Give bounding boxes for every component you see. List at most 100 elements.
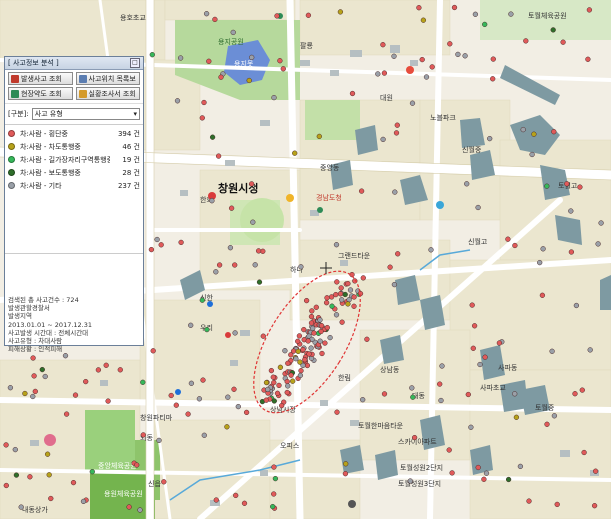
report-query-button[interactable]: 실황조사서 조회 [75, 87, 140, 100]
accident-marker[interactable] [105, 398, 111, 404]
accident-marker[interactable] [482, 354, 488, 360]
accident-marker[interactable] [358, 188, 365, 194]
accident-marker[interactable] [3, 482, 9, 489]
accident-marker[interactable] [343, 461, 349, 467]
accident-marker[interactable] [174, 98, 181, 104]
accident-marker[interactable] [252, 262, 258, 268]
accident-marker[interactable] [333, 312, 340, 318]
accident-marker[interactable] [595, 241, 601, 247]
accident-marker[interactable] [268, 367, 275, 374]
accident-marker[interactable] [297, 372, 304, 379]
accident-marker[interactable] [381, 70, 388, 76]
accident-marker[interactable] [387, 264, 393, 270]
accident-marker[interactable] [246, 77, 252, 84]
accident-marker[interactable] [272, 475, 279, 482]
accident-marker[interactable] [302, 357, 308, 363]
accident-marker[interactable] [285, 360, 291, 366]
accident-marker[interactable] [270, 503, 276, 510]
legend-item[interactable]: 차:사람 - 길가장자리구역통행중 19 건 [8, 153, 140, 166]
accident-marker[interactable] [333, 291, 339, 298]
accident-marker[interactable] [513, 414, 520, 420]
accident-marker[interactable] [126, 504, 132, 510]
accident-marker[interactable] [437, 381, 443, 387]
accident-marker[interactable] [393, 130, 400, 136]
accident-marker[interactable] [285, 383, 291, 389]
accident-marker[interactable] [324, 324, 330, 331]
accident-marker[interactable] [409, 385, 415, 391]
accident-marker[interactable] [80, 498, 87, 505]
accident-marker[interactable] [301, 326, 307, 333]
location-list-button[interactable]: 사고위치 목록보 [75, 72, 140, 85]
accident-marker[interactable] [263, 379, 270, 386]
accident-marker[interactable] [230, 29, 236, 36]
accident-marker[interactable] [420, 17, 427, 23]
accident-marker[interactable] [587, 347, 593, 353]
accident-marker[interactable] [568, 249, 575, 255]
accident-marker[interactable] [581, 449, 587, 456]
accident-marker[interactable] [439, 363, 445, 369]
accident-marker[interactable] [446, 447, 452, 453]
accident-marker[interactable] [13, 472, 20, 478]
accident-marker[interactable] [32, 388, 38, 395]
accident-marker[interactable] [209, 134, 216, 140]
accident-marker[interactable] [351, 294, 357, 300]
accident-marker[interactable] [270, 374, 276, 380]
accident-marker[interactable] [117, 367, 123, 373]
accident-marker[interactable] [277, 364, 284, 370]
accident-marker[interactable] [298, 264, 304, 270]
accident-marker[interactable] [279, 402, 285, 409]
accident-marker[interactable] [496, 340, 503, 346]
accident-marker[interactable] [472, 11, 479, 17]
accident-query-button[interactable]: 발생사고 조회 [8, 72, 73, 85]
accident-marker[interactable] [380, 42, 386, 48]
accident-marker[interactable] [284, 389, 290, 396]
accident-marker[interactable] [322, 340, 328, 346]
accident-marker[interactable] [416, 5, 422, 11]
accident-marker[interactable] [150, 348, 156, 354]
legend-item[interactable]: 차:사람 - 보도통행중 28 건 [8, 166, 140, 179]
accident-marker[interactable] [216, 262, 223, 268]
accident-marker[interactable] [482, 21, 488, 28]
accident-marker[interactable] [156, 437, 162, 444]
accident-marker[interactable] [148, 246, 155, 253]
accident-marker[interactable] [297, 359, 303, 365]
accident-marker[interactable] [579, 387, 585, 393]
accident-marker[interactable] [428, 247, 434, 253]
accident-marker[interactable] [475, 204, 481, 211]
accident-marker[interactable] [481, 476, 487, 482]
accident-marker[interactable] [70, 479, 77, 486]
accident-marker[interactable] [490, 56, 496, 62]
accident-marker[interactable] [551, 129, 557, 135]
accident-marker[interactable] [490, 76, 496, 82]
accident-marker[interactable] [391, 53, 397, 59]
accident-marker[interactable] [39, 366, 45, 373]
legend-item[interactable]: 차:사람 - 차도통행중 46 건 [8, 140, 140, 153]
accident-marker[interactable] [598, 220, 604, 226]
accident-marker[interactable] [201, 432, 207, 438]
accident-marker[interactable] [395, 251, 401, 257]
accident-marker[interactable] [349, 90, 356, 97]
accident-marker[interactable] [31, 373, 37, 379]
accident-marker[interactable] [295, 348, 301, 355]
accident-marker[interactable] [520, 126, 526, 133]
accident-marker[interactable] [209, 198, 215, 204]
accident-marker[interactable] [411, 434, 418, 441]
accident-marker[interactable] [438, 397, 444, 404]
accident-marker[interactable] [309, 308, 315, 314]
accident-marker[interactable] [342, 471, 349, 477]
accident-marker[interactable] [290, 348, 297, 354]
accident-marker[interactable] [423, 74, 430, 80]
accident-marker[interactable] [345, 301, 351, 307]
accident-marker[interactable] [173, 402, 179, 408]
legend-item[interactable]: 차:사람 - 횡단중 394 건 [8, 127, 140, 140]
accident-marker[interactable] [22, 390, 28, 397]
accident-marker[interactable] [585, 56, 591, 62]
accident-marker[interactable] [232, 330, 238, 336]
accident-marker[interactable] [560, 39, 566, 45]
accident-marker[interactable] [523, 38, 529, 44]
accident-marker[interactable] [300, 346, 306, 353]
accident-marker[interactable] [455, 51, 461, 58]
accident-marker[interactable] [248, 181, 255, 187]
accident-marker[interactable] [271, 464, 277, 470]
accident-marker[interactable] [30, 393, 36, 400]
